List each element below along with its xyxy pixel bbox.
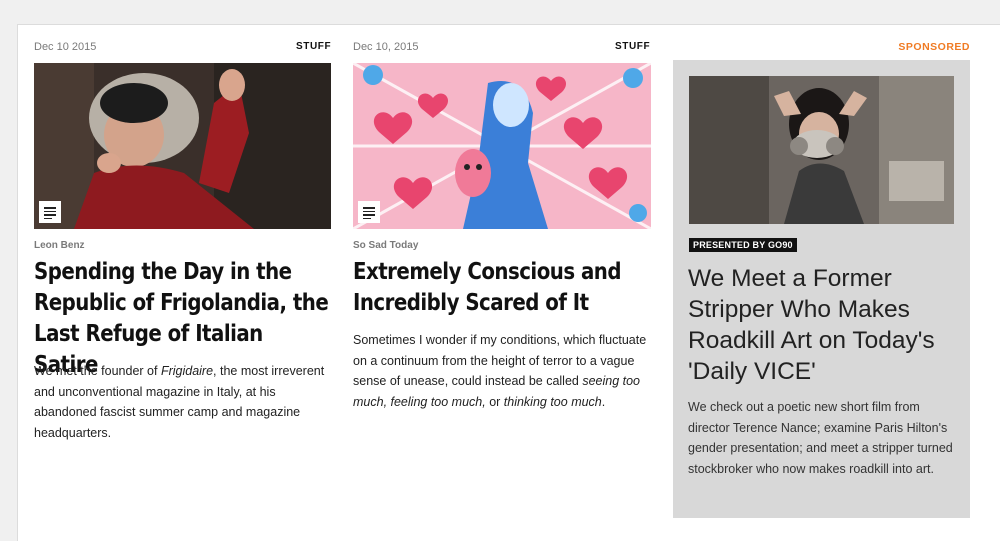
- sponsored-headline[interactable]: We Meet a Former Stripper Who Makes Road…: [688, 263, 958, 387]
- presented-by-badge: PRESENTED BY GO90: [689, 238, 797, 252]
- article-author[interactable]: So Sad Today: [353, 240, 418, 251]
- article-doc-icon: [358, 201, 380, 223]
- article-tag[interactable]: STUFF: [296, 41, 331, 52]
- sponsored-thumbnail[interactable]: [689, 76, 954, 224]
- sponsored-dek: We check out a poetic new short film fro…: [688, 400, 953, 476]
- sponsored-label: SPONSORED: [898, 41, 970, 53]
- content-panel: Dec 10 2015 STUFF Leon Benz Spending the…: [17, 24, 1000, 541]
- article-author[interactable]: Leon Benz: [34, 240, 85, 251]
- thumbnail-illustration: [353, 63, 651, 229]
- thumbnail-photo: [689, 76, 954, 224]
- article-dek: We met the founder of Frigidaire, the mo…: [34, 364, 325, 440]
- sponsored-card[interactable]: PRESENTED BY GO90 We Meet a Former Strip…: [673, 60, 970, 518]
- article-dek: Sometimes I wonder if my conditions, whi…: [353, 333, 647, 409]
- article-tag[interactable]: STUFF: [615, 41, 650, 52]
- article-thumbnail[interactable]: [34, 63, 331, 229]
- thumbnail-photo: [34, 63, 331, 229]
- article-thumbnail[interactable]: [353, 63, 651, 229]
- article-date: Dec 10 2015: [34, 41, 97, 53]
- article-headline[interactable]: Extremely Conscious and Incredibly Scare…: [353, 257, 650, 319]
- article-doc-icon: [39, 201, 61, 223]
- article-date: Dec 10, 2015: [353, 41, 419, 53]
